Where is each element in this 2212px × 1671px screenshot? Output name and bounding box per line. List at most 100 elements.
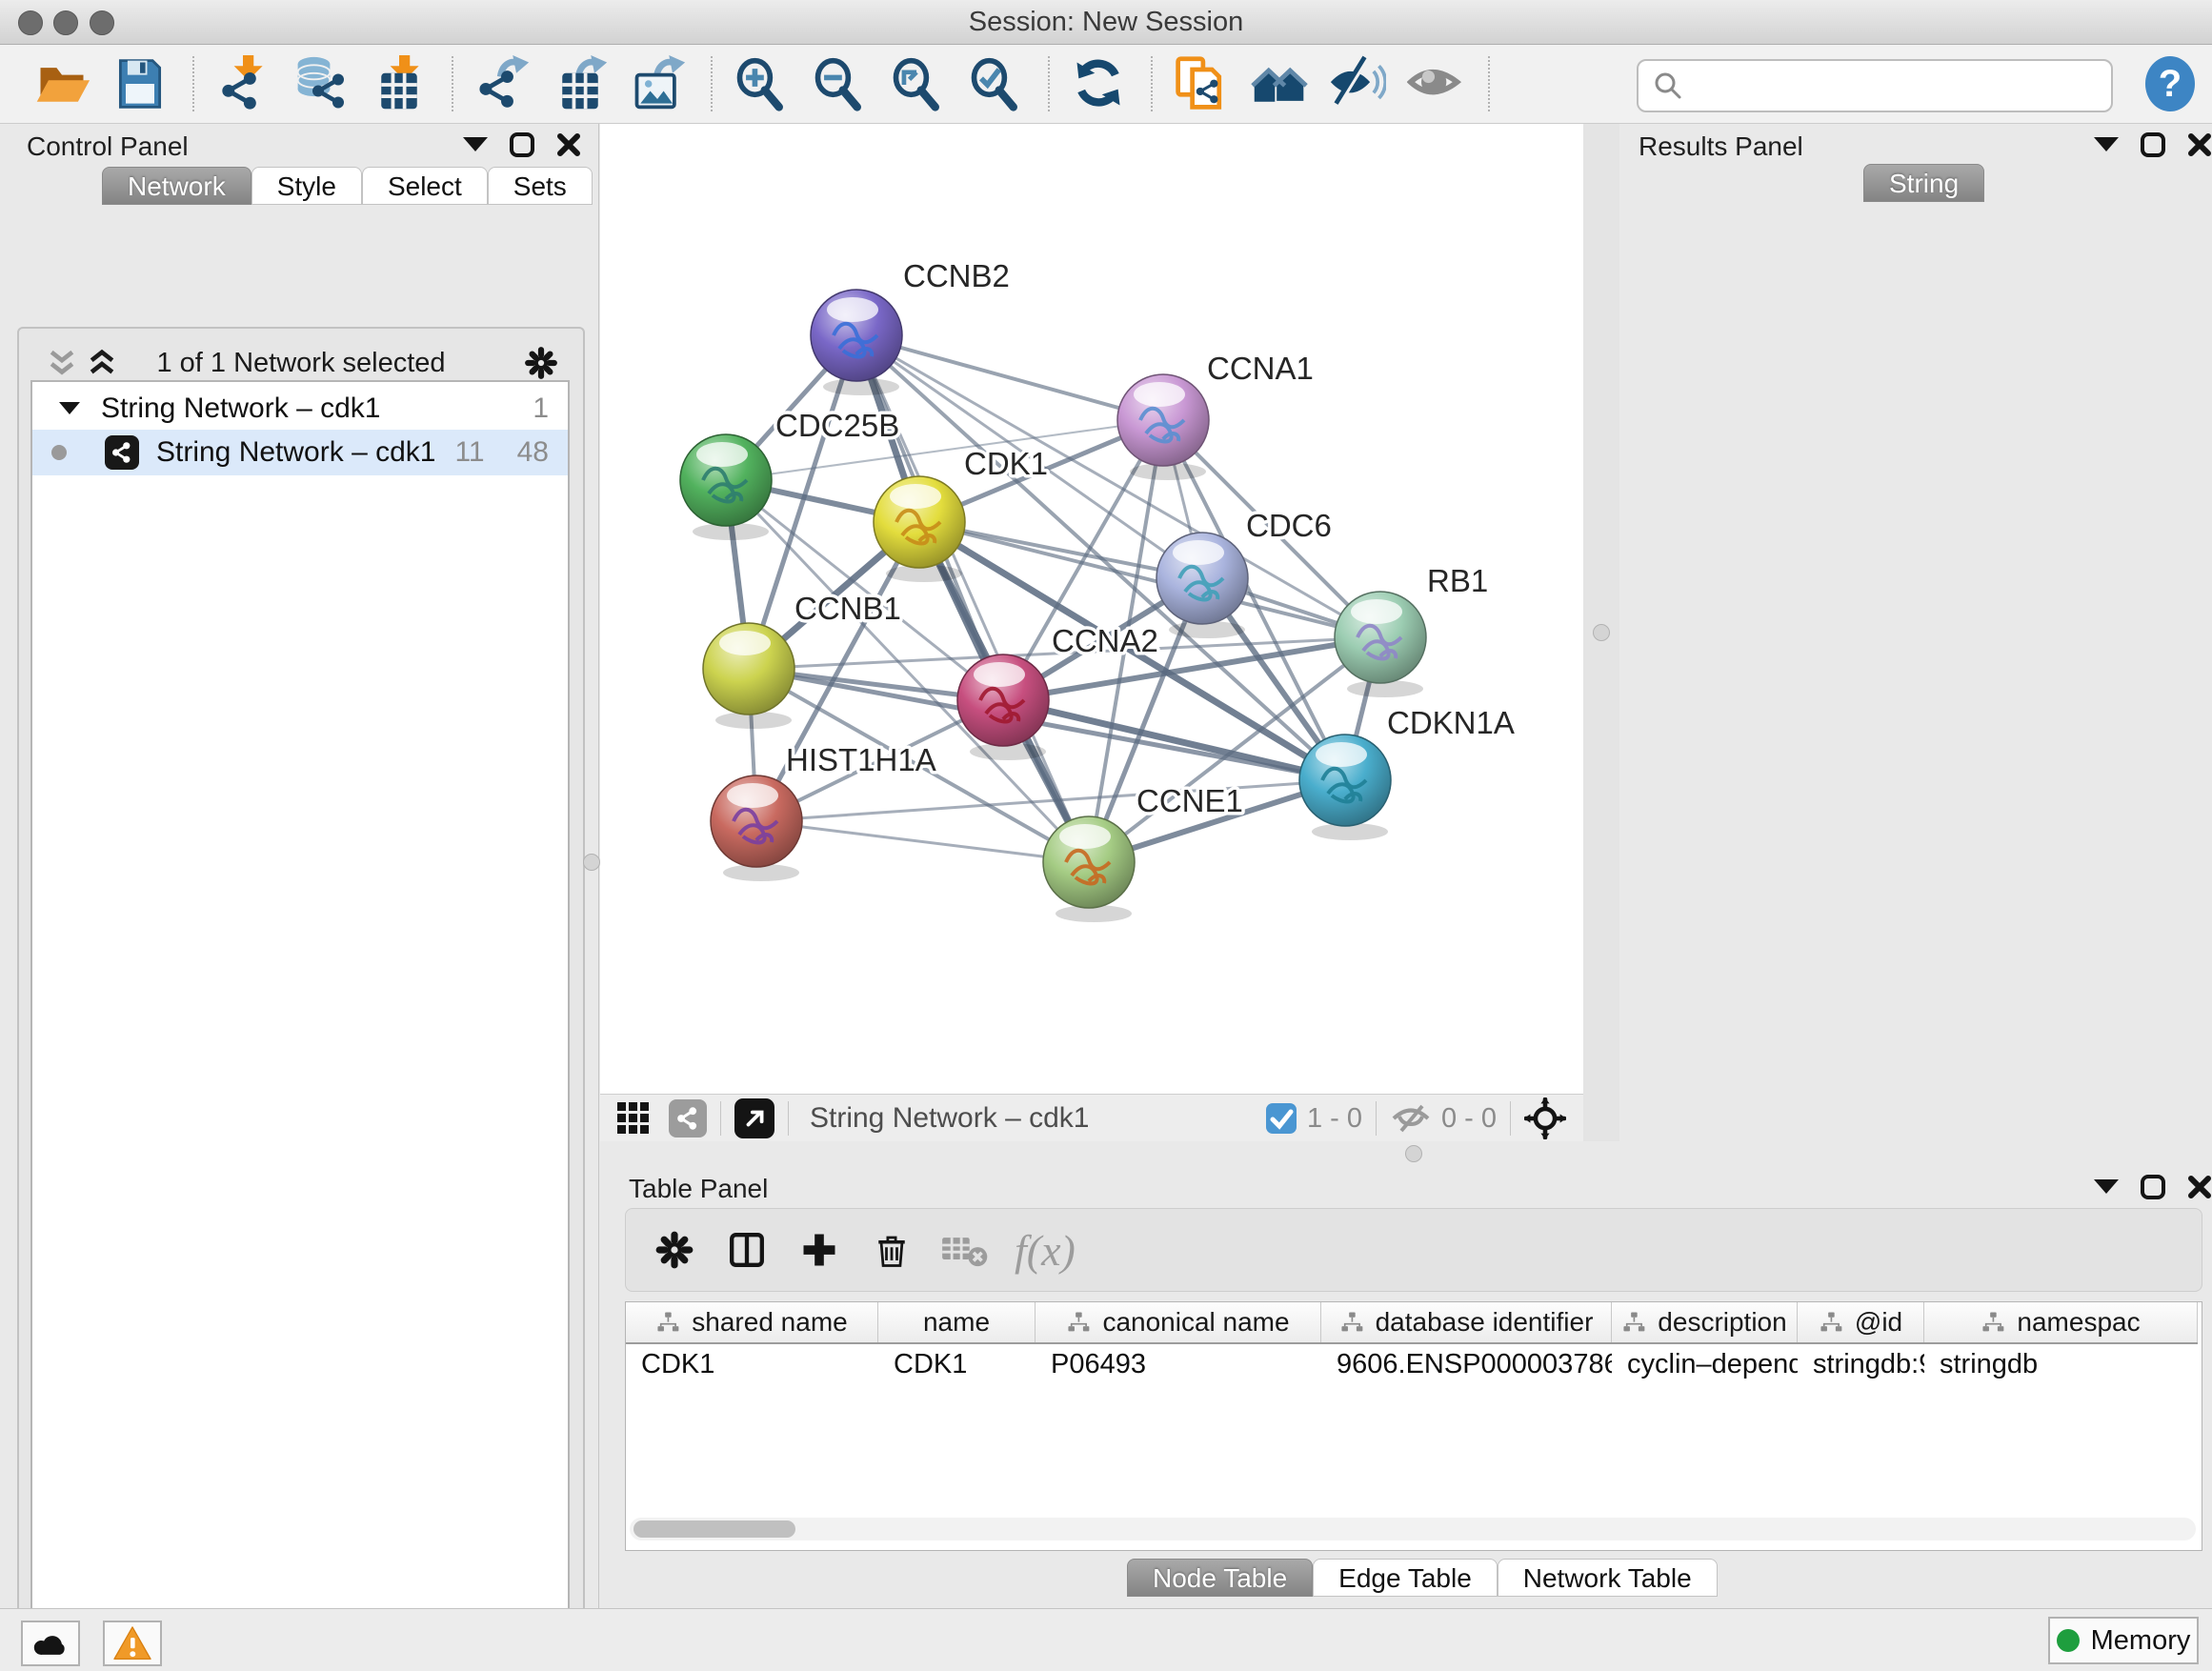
cloud-status-button[interactable] bbox=[21, 1621, 80, 1666]
zoom-selected-icon[interactable] bbox=[964, 52, 1027, 115]
save-session-icon[interactable] bbox=[109, 52, 171, 115]
table-panel-title: Table Panel bbox=[629, 1174, 768, 1204]
network-overview-toggle[interactable] bbox=[669, 1099, 707, 1137]
search-input[interactable] bbox=[1694, 70, 2111, 102]
hidden-eye-slash-icon[interactable] bbox=[1390, 1102, 1432, 1135]
delete-column-trash-icon[interactable] bbox=[860, 1218, 923, 1281]
table-hscrollbar[interactable] bbox=[630, 1518, 2196, 1540]
node-RB1[interactable] bbox=[1335, 592, 1426, 697]
memory-button[interactable]: Memory bbox=[2048, 1617, 2199, 1664]
column-header-canonical-name[interactable]: canonical name bbox=[1036, 1302, 1321, 1342]
column-header--id[interactable]: @id bbox=[1798, 1302, 1924, 1342]
tab-style[interactable]: Style bbox=[251, 167, 362, 205]
open-session-icon[interactable] bbox=[30, 52, 93, 115]
table-cell[interactable]: stringdb bbox=[1924, 1344, 2198, 1384]
column-header-name[interactable]: name bbox=[878, 1302, 1036, 1342]
node-label-HIST1H1A: HIST1H1A bbox=[786, 742, 936, 777]
edge-CCNE1-HIST1H1A[interactable] bbox=[756, 821, 1089, 862]
clone-network-icon[interactable] bbox=[1170, 52, 1233, 115]
node-CCNB2[interactable] bbox=[811, 290, 902, 395]
table-cell[interactable]: P06493 bbox=[1036, 1344, 1321, 1384]
import-network-database-icon[interactable] bbox=[290, 52, 352, 115]
window-title: Session: New Session bbox=[0, 0, 2212, 44]
hidden-counter: 0 - 0 bbox=[1441, 1103, 1497, 1135]
table-header-row: shared namenamecanonical namedatabase id… bbox=[626, 1302, 2198, 1344]
collapse-panel-icon[interactable] bbox=[2094, 1179, 2119, 1195]
delete-table-icon bbox=[933, 1218, 995, 1281]
column-header-database-identifier[interactable]: database identifier bbox=[1321, 1302, 1612, 1342]
import-table-file-icon[interactable] bbox=[368, 52, 431, 115]
cloud-icon bbox=[31, 1629, 70, 1658]
float-panel-icon[interactable] bbox=[509, 131, 535, 158]
show-hidden-icon[interactable] bbox=[1404, 52, 1467, 115]
column-header-namespac[interactable]: namespac bbox=[1924, 1302, 2198, 1342]
tab-edge-table[interactable]: Edge Table bbox=[1313, 1559, 1498, 1597]
table-cell[interactable]: cyclin–dependent ... bbox=[1612, 1344, 1798, 1384]
tab-sets[interactable]: Sets bbox=[488, 167, 593, 205]
left-splitter-dot[interactable] bbox=[583, 854, 600, 871]
show-all-views-icon[interactable] bbox=[1248, 52, 1311, 115]
network-options-gear-icon[interactable] bbox=[522, 344, 560, 382]
table-settings-gear-icon[interactable] bbox=[643, 1218, 706, 1281]
zoom-in-icon[interactable] bbox=[730, 52, 793, 115]
tree-caret-icon[interactable] bbox=[59, 402, 80, 415]
toolbar-separator bbox=[452, 56, 453, 111]
tab-node-table[interactable]: Node Table bbox=[1127, 1559, 1313, 1597]
warnings-button[interactable] bbox=[103, 1621, 162, 1666]
hide-selected-icon[interactable] bbox=[1326, 52, 1389, 115]
scrollbar-thumb[interactable] bbox=[633, 1520, 795, 1538]
import-network-file-icon[interactable] bbox=[211, 52, 274, 115]
fit-content-crosshair-icon[interactable] bbox=[1524, 1097, 1566, 1139]
zoom-fit-icon[interactable] bbox=[886, 52, 949, 115]
tab-network[interactable]: Network bbox=[102, 167, 251, 205]
zoom-out-icon[interactable] bbox=[808, 52, 871, 115]
node-CDKN1A[interactable] bbox=[1299, 735, 1391, 840]
show-columns-icon[interactable] bbox=[715, 1218, 778, 1281]
help-button[interactable]: ? bbox=[2143, 54, 2197, 113]
table-cell[interactable]: stringdb:9... bbox=[1798, 1344, 1924, 1384]
network-canvas[interactable]: CCNB2CCNA1CDC25BCDK1CDC6RB1CCNB1CCNA2CDK… bbox=[600, 124, 1583, 1094]
close-panel-icon[interactable] bbox=[2187, 132, 2212, 157]
table-cell[interactable]: CDK1 bbox=[626, 1344, 878, 1384]
network-row-selected[interactable]: String Network – cdk1 11 48 bbox=[32, 430, 568, 475]
close-panel-icon[interactable] bbox=[2187, 1175, 2212, 1199]
node-label-CDC25B: CDC25B bbox=[775, 408, 899, 443]
network-tree: String Network – cdk1 1 String Network –… bbox=[30, 380, 570, 1671]
node-label-CDC6: CDC6 bbox=[1246, 508, 1332, 543]
node-CCNB1[interactable] bbox=[703, 623, 794, 729]
column-header-shared-name[interactable]: shared name bbox=[626, 1302, 878, 1342]
table-cell[interactable]: CDK1 bbox=[878, 1344, 1036, 1384]
tab-network-table[interactable]: Network Table bbox=[1498, 1559, 1718, 1597]
vertical-splitter[interactable] bbox=[1583, 124, 1619, 1141]
export-image-icon[interactable] bbox=[627, 52, 690, 115]
node-CCNA1[interactable] bbox=[1117, 374, 1209, 480]
float-panel-icon[interactable] bbox=[2140, 131, 2166, 158]
node-label-RB1: RB1 bbox=[1427, 563, 1488, 598]
float-panel-icon[interactable] bbox=[2140, 1174, 2166, 1200]
tab-select[interactable]: Select bbox=[362, 167, 488, 205]
tab-string[interactable]: String bbox=[1863, 164, 1984, 202]
birds-eye-grid-icon[interactable] bbox=[615, 1100, 652, 1137]
selected-checkbox-icon[interactable] bbox=[1265, 1102, 1297, 1135]
node-CCNE1[interactable] bbox=[1043, 816, 1135, 922]
table-cell[interactable]: 9606.ENSP00000378699 bbox=[1321, 1344, 1612, 1384]
network-collection-row[interactable]: String Network – cdk1 1 bbox=[32, 388, 568, 430]
status-bar: Memory bbox=[0, 1608, 2212, 1671]
close-panel-icon[interactable] bbox=[556, 132, 581, 157]
table-row[interactable]: CDK1CDK1P064939606.ENSP00000378699cyclin… bbox=[626, 1344, 2198, 1384]
create-column-plus-icon[interactable] bbox=[788, 1218, 851, 1281]
collapse-panel-icon[interactable] bbox=[2094, 137, 2119, 152]
node-CCNA2[interactable] bbox=[957, 654, 1049, 760]
node-HIST1H1A[interactable] bbox=[711, 775, 802, 881]
toolbar-separator bbox=[711, 56, 713, 111]
collapse-panel-icon[interactable] bbox=[463, 137, 488, 152]
column-header-description[interactable]: description bbox=[1612, 1302, 1798, 1342]
node-CDC25B[interactable] bbox=[680, 434, 772, 540]
refresh-view-icon[interactable] bbox=[1067, 52, 1130, 115]
node-label-CCNB2: CCNB2 bbox=[903, 258, 1010, 293]
detach-view-button[interactable] bbox=[734, 1098, 774, 1138]
search-box[interactable] bbox=[1637, 59, 2113, 112]
export-network-icon[interactable] bbox=[471, 52, 533, 115]
search-icon bbox=[1652, 70, 1684, 102]
export-table-icon[interactable] bbox=[549, 52, 612, 115]
